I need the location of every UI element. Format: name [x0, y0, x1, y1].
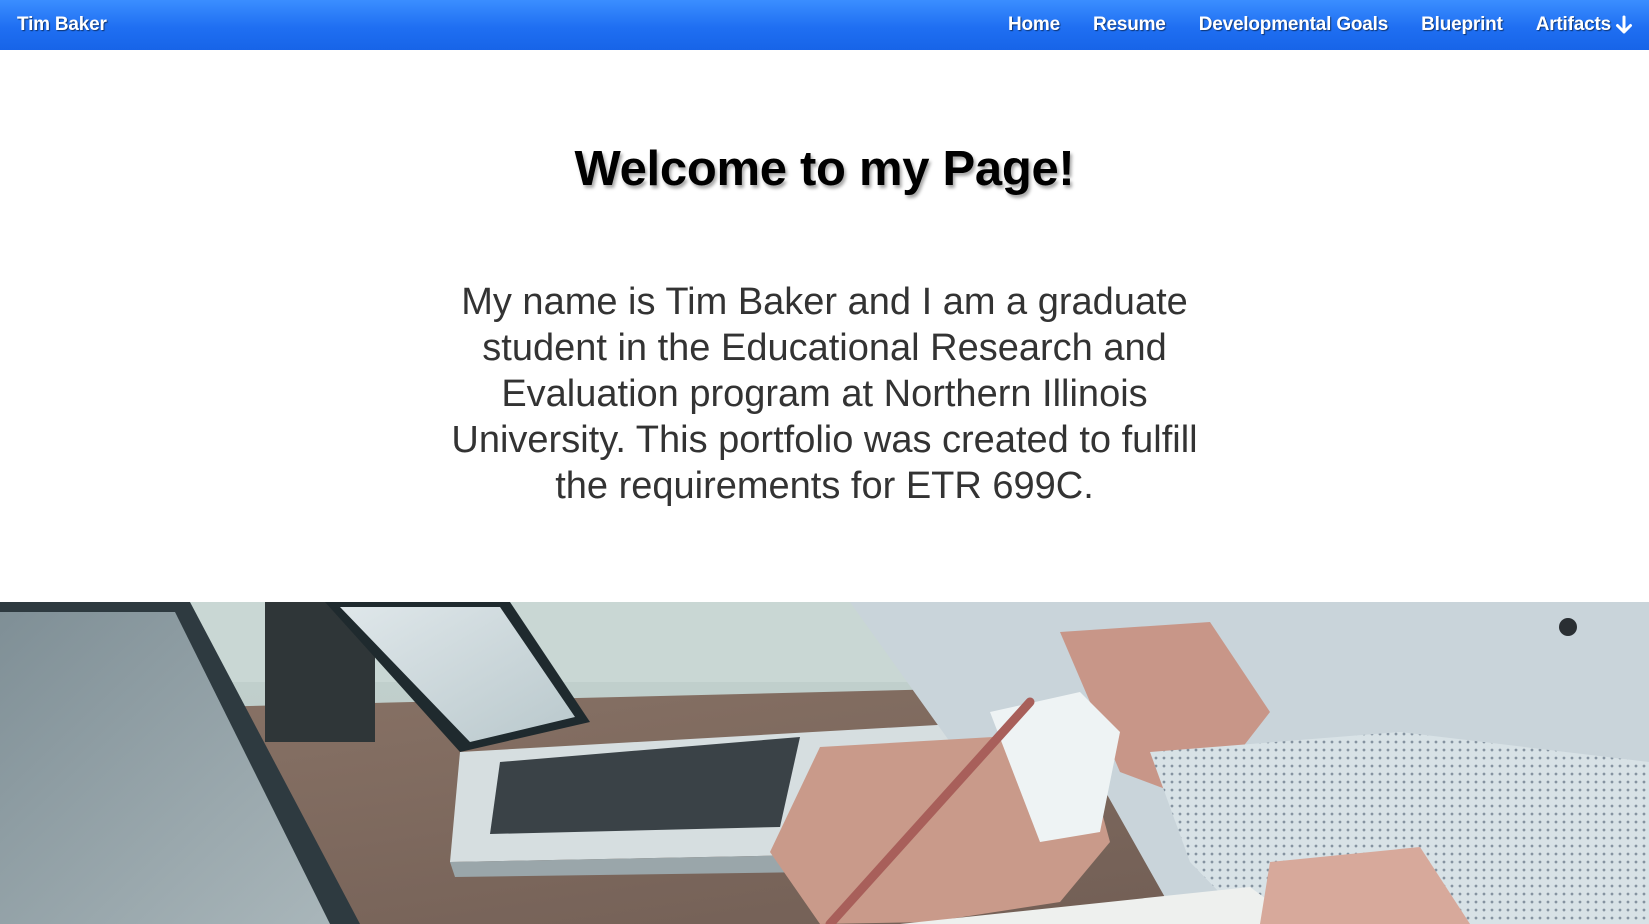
nav-artifacts-dropdown[interactable]: Artifacts [1536, 14, 1633, 36]
nav-blueprint-link[interactable]: Blueprint [1421, 14, 1503, 36]
nav-artifacts-label: Artifacts [1535, 14, 1611, 35]
brand-link[interactable]: Tim Baker [17, 14, 107, 36]
intro-paragraph: My name is Tim Baker and I am a graduate… [451, 281, 1198, 507]
hero-photo [0, 602, 1649, 924]
arrow-down-icon [1615, 15, 1633, 35]
nav-resume-link[interactable]: Resume [1093, 14, 1166, 36]
hero-section: Welcome to my Page! My name is Tim Baker… [0, 50, 1649, 602]
nav-developmental-goals-link[interactable]: Developmental Goals [1199, 14, 1389, 36]
page-title: Welcome to my Page! [574, 142, 1075, 196]
nav-home-link[interactable]: Home [1008, 14, 1060, 36]
nav-links: Home Resume Developmental Goals Blueprin… [975, 0, 1633, 50]
top-navbar: Tim Baker Home Resume Developmental Goal… [0, 0, 1649, 50]
